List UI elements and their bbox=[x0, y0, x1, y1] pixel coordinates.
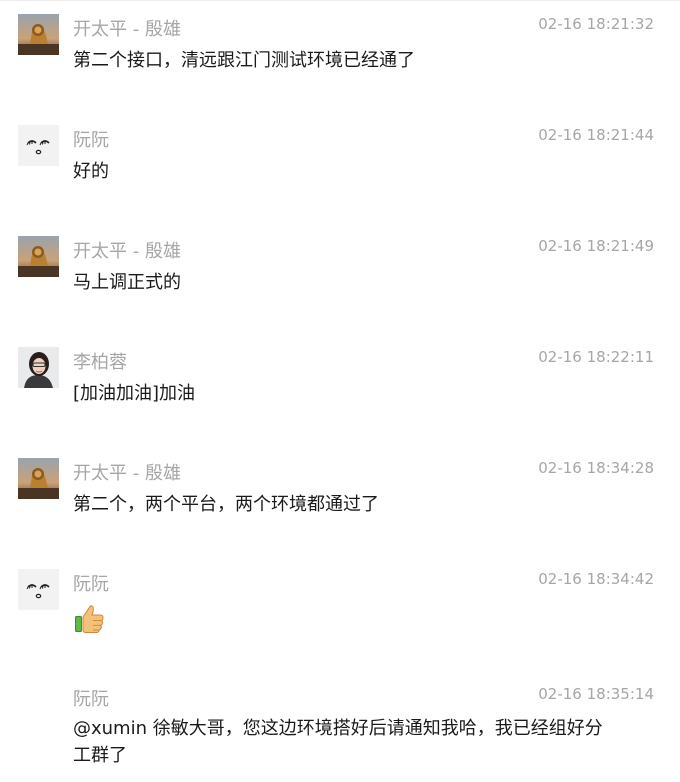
sender-name[interactable]: 阮阮 bbox=[73, 685, 109, 711]
message-text: @xumin 徐敏大哥，您这边环境搭好后请通知我哈，我已经组好分工群了 bbox=[73, 718, 603, 766]
sender-name[interactable]: 开太平 - 殷雄 bbox=[73, 15, 181, 41]
message-text: 第二个，两个平台，两个环境都通过了 bbox=[73, 494, 379, 515]
message-text: [加油加油]加油 bbox=[73, 383, 196, 404]
message-time: 02-16 18:21:44 bbox=[538, 126, 654, 144]
message-time: 02-16 18:34:42 bbox=[538, 570, 654, 588]
top-divider bbox=[0, 0, 680, 1]
sender-name[interactable]: 阮阮 bbox=[73, 570, 109, 596]
face-avatar[interactable] bbox=[18, 125, 59, 166]
message-text: 马上调正式的 bbox=[73, 272, 181, 293]
message-text: 好的 bbox=[73, 161, 109, 182]
thumbs-up-icon bbox=[73, 602, 105, 638]
message-time: 02-16 18:34:28 bbox=[538, 459, 654, 477]
sender-name[interactable]: 李柏蓉 bbox=[73, 348, 127, 374]
woman-avatar[interactable] bbox=[18, 347, 59, 388]
message-time: 02-16 18:21:32 bbox=[538, 15, 654, 33]
message-time: 02-16 18:35:14 bbox=[538, 685, 654, 703]
message-time: 02-16 18:21:49 bbox=[538, 237, 654, 255]
face-avatar[interactable] bbox=[18, 569, 59, 610]
lion-avatar[interactable] bbox=[18, 14, 59, 55]
lion-avatar[interactable] bbox=[18, 458, 59, 499]
sender-name[interactable]: 开太平 - 殷雄 bbox=[73, 459, 181, 485]
sender-name[interactable]: 阮阮 bbox=[73, 126, 109, 152]
lion-avatar[interactable] bbox=[18, 236, 59, 277]
message-text: 第二个接口，清远跟江门测试环境已经通了 bbox=[73, 50, 415, 71]
sender-name[interactable]: 开太平 - 殷雄 bbox=[73, 237, 181, 263]
message-time: 02-16 18:22:11 bbox=[538, 348, 654, 366]
